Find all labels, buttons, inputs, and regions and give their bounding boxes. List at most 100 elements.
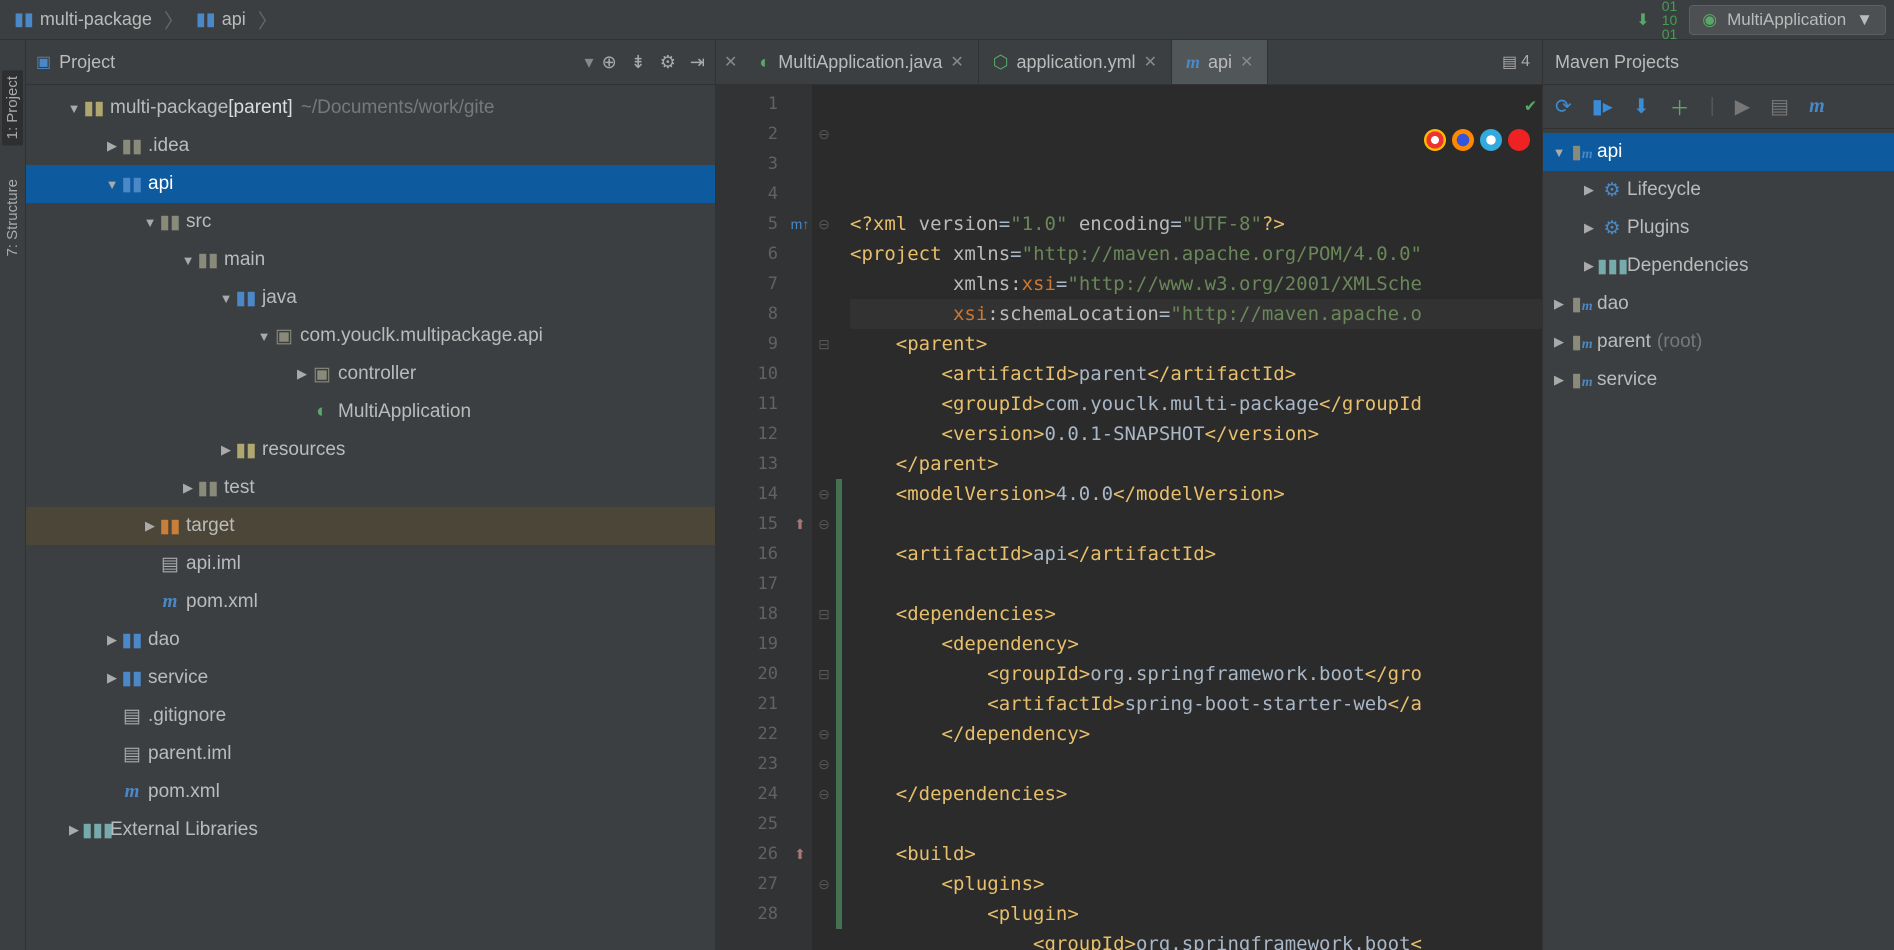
expand-arrow-icon[interactable]: ▶ xyxy=(104,670,120,686)
code-line[interactable]: <?xml version="1.0" encoding="UTF-8"?> xyxy=(850,209,1542,239)
collapse-icon[interactable]: ⇟ xyxy=(631,52,646,73)
expand-arrow-icon[interactable]: ▼ xyxy=(256,329,272,344)
code-line[interactable]: <project xmlns="http://maven.apache.org/… xyxy=(850,239,1542,269)
firefox-icon[interactable] xyxy=(1452,129,1474,151)
close-icon[interactable]: ✕ xyxy=(716,52,745,72)
locate-icon[interactable]: ⊕ xyxy=(602,52,617,73)
tab-overflow-indicator[interactable]: ▤ 4 xyxy=(1490,40,1542,84)
hide-icon[interactable]: ⇥ xyxy=(690,52,705,73)
code-line[interactable]: <groupId>org.springframework.boot</gro xyxy=(850,659,1542,689)
tree-row[interactable]: ▼▮▮multi-package [parent]~/Documents/wor… xyxy=(26,89,715,127)
tree-row[interactable]: ▼▮▮src xyxy=(26,203,715,241)
expand-arrow-icon[interactable]: ▶ xyxy=(294,366,310,382)
sync-down-icon[interactable]: ⬇ xyxy=(1636,10,1649,30)
maven-tree-row[interactable]: ▶⚙Lifecycle xyxy=(1543,171,1894,209)
fold-gutter[interactable]: ⊖⊖⊟⊖⊖⊟⊟⊖⊖⊖⊖ xyxy=(812,85,836,950)
code-line[interactable]: </parent> xyxy=(850,449,1542,479)
code-line[interactable]: </dependencies> xyxy=(850,779,1542,809)
editor-tab[interactable]: ◐MultiApplication.java✕ xyxy=(745,40,978,84)
generate-sources-icon[interactable]: ▮▸ xyxy=(1592,94,1613,119)
code-line[interactable]: <groupId>org.springframework.boot< xyxy=(850,929,1542,950)
expand-arrow-icon[interactable]: ▶ xyxy=(218,442,234,458)
tree-row[interactable]: mpom.xml xyxy=(26,583,715,621)
maven-tree-row[interactable]: ▶▮▮▮Dependencies xyxy=(1543,247,1894,285)
toggle-offline-icon[interactable]: m xyxy=(1809,95,1825,118)
maven-tree-row[interactable]: ▼▮mapi xyxy=(1543,133,1894,171)
expand-arrow-icon[interactable]: ▶ xyxy=(66,822,82,838)
tree-row[interactable]: ▶▮▮dao xyxy=(26,621,715,659)
close-icon[interactable]: ✕ xyxy=(950,52,963,72)
tree-row[interactable]: mpom.xml xyxy=(26,773,715,811)
code-line[interactable]: <groupId>com.youclk.multi-package</group… xyxy=(850,389,1542,419)
close-icon[interactable]: ✕ xyxy=(1144,52,1157,72)
tree-row[interactable]: ▶▮▮test xyxy=(26,469,715,507)
code-line[interactable] xyxy=(850,569,1542,599)
editor-tab[interactable]: ⬡application.yml✕ xyxy=(979,40,1172,84)
project-tree[interactable]: ▼▮▮multi-package [parent]~/Documents/wor… xyxy=(26,85,715,950)
tree-row[interactable]: ▼▮▮main xyxy=(26,241,715,279)
code-line[interactable]: <plugins> xyxy=(850,869,1542,899)
breadcrumb-item-api[interactable]: ▮▮ api xyxy=(190,7,252,32)
maven-tree-row[interactable]: ▶⚙Plugins xyxy=(1543,209,1894,247)
code-line[interactable]: <build> xyxy=(850,839,1542,869)
editor-tab[interactable]: mapi✕ xyxy=(1172,40,1268,84)
safari-icon[interactable] xyxy=(1480,129,1502,151)
tree-row[interactable]: ▶▮▮target xyxy=(26,507,715,545)
expand-arrow-icon[interactable]: ▶ xyxy=(142,518,158,534)
chevron-down-icon[interactable]: ▾ xyxy=(585,52,594,73)
opera-icon[interactable] xyxy=(1508,129,1530,151)
expand-arrow-icon[interactable]: ▶ xyxy=(104,138,120,154)
tree-row[interactable]: ◐MultiApplication xyxy=(26,393,715,431)
refresh-icon[interactable]: ⟳ xyxy=(1555,94,1572,119)
tree-row[interactable]: ▶▮▮resources xyxy=(26,431,715,469)
tree-row[interactable]: ▶▮▮service xyxy=(26,659,715,697)
expand-arrow-icon[interactable]: ▼ xyxy=(218,291,234,306)
tree-row[interactable]: ▼▮▮api xyxy=(26,165,715,203)
expand-arrow-icon[interactable]: ▶ xyxy=(1581,258,1597,274)
expand-arrow-icon[interactable]: ▶ xyxy=(1581,220,1597,236)
gear-icon[interactable]: ⚙ xyxy=(660,52,676,73)
rail-project[interactable]: 1: Project xyxy=(2,70,23,145)
code-line[interactable]: xsi:schemaLocation="http://maven.apache.… xyxy=(850,299,1542,329)
code-line[interactable]: <modelVersion>4.0.0</modelVersion> xyxy=(850,479,1542,509)
expand-arrow-icon[interactable]: ▶ xyxy=(1581,182,1597,198)
breadcrumb-item-root[interactable]: ▮▮ multi-package xyxy=(8,7,158,32)
tree-row[interactable]: ▤.gitignore xyxy=(26,697,715,735)
code-line[interactable]: <artifactId>spring-boot-starter-web</a xyxy=(850,689,1542,719)
expand-arrow-icon[interactable]: ▼ xyxy=(66,101,82,116)
tree-row[interactable]: ▼▣com.youclk.multipackage.api xyxy=(26,317,715,355)
tree-row[interactable]: ▶▮▮▮External Libraries xyxy=(26,811,715,849)
line-number-gutter[interactable]: 1234567891011121314151617181920212223242… xyxy=(716,85,788,950)
tree-row[interactable]: ▼▮▮java xyxy=(26,279,715,317)
expand-arrow-icon[interactable]: ▶ xyxy=(104,632,120,648)
expand-arrow-icon[interactable]: ▼ xyxy=(142,215,158,230)
code-area[interactable]: ✔ <?xml version="1.0" encoding="UTF-8"?>… xyxy=(842,85,1542,950)
code-line[interactable]: <artifactId>parent</artifactId> xyxy=(850,359,1542,389)
rail-structure[interactable]: 7: Structure xyxy=(2,173,23,263)
maven-tree[interactable]: ▼▮mapi▶⚙Lifecycle▶⚙Plugins▶▮▮▮Dependenci… xyxy=(1543,129,1894,403)
code-line[interactable]: <dependencies> xyxy=(850,599,1542,629)
code-line[interactable]: <version>0.0.1-SNAPSHOT</version> xyxy=(850,419,1542,449)
code-line[interactable] xyxy=(850,749,1542,779)
code-line[interactable] xyxy=(850,809,1542,839)
maven-tree-row[interactable]: ▶▮mdao xyxy=(1543,285,1894,323)
expand-arrow-icon[interactable]: ▶ xyxy=(1551,296,1567,312)
expand-arrow-icon[interactable]: ▶ xyxy=(180,480,196,496)
expand-arrow-icon[interactable]: ▼ xyxy=(1551,145,1567,160)
expand-arrow-icon[interactable]: ▶ xyxy=(1551,334,1567,350)
run-icon[interactable]: ▶ xyxy=(1735,94,1750,119)
execute-goal-icon[interactable]: ▤ xyxy=(1770,94,1789,119)
download-icon[interactable]: ⬇ xyxy=(1633,94,1650,119)
code-line[interactable] xyxy=(850,509,1542,539)
code-line[interactable]: <artifactId>api</artifactId> xyxy=(850,539,1542,569)
code-line[interactable]: <plugin> xyxy=(850,899,1542,929)
run-config-selector[interactable]: ◉ MultiApplication ▼ xyxy=(1689,5,1886,35)
code-line[interactable]: </dependency> xyxy=(850,719,1542,749)
add-icon[interactable]: ＋ xyxy=(1670,92,1690,121)
tree-row[interactable]: ▤parent.iml xyxy=(26,735,715,773)
chrome-icon[interactable] xyxy=(1424,129,1446,151)
expand-arrow-icon[interactable]: ▶ xyxy=(1551,372,1567,388)
maven-tree-row[interactable]: ▶▮mparent(root) xyxy=(1543,323,1894,361)
expand-arrow-icon[interactable]: ▼ xyxy=(104,177,120,192)
close-icon[interactable]: ✕ xyxy=(1240,52,1253,72)
